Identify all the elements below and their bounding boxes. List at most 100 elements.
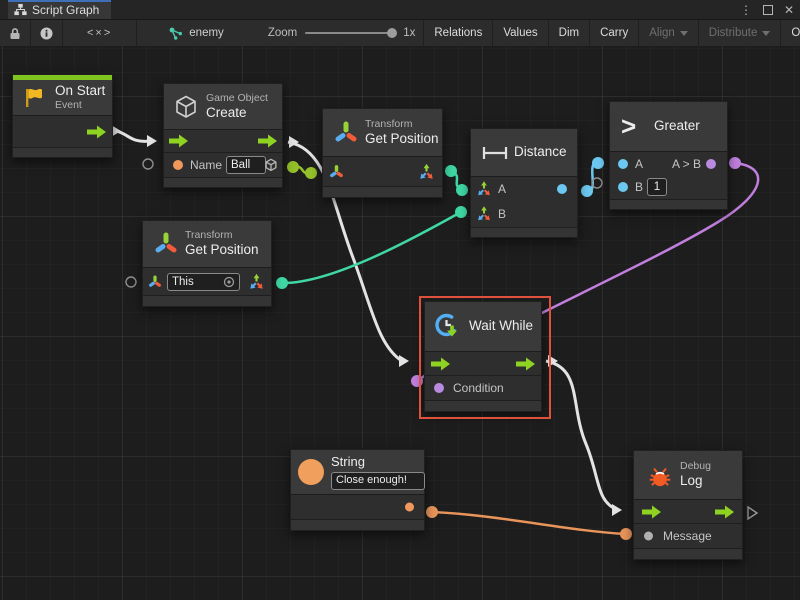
node-create[interactable]: Game Object Create Name Ball <box>163 83 283 188</box>
distribute-button[interactable]: Distribute <box>698 20 781 46</box>
tab-script-graph[interactable]: Script Graph <box>8 0 111 19</box>
port-label: Name <box>190 158 222 172</box>
node-get-position-bottom[interactable]: Transform Get Position This <box>142 220 272 307</box>
transform-input-port[interactable] <box>329 164 344 179</box>
wire-flow-waitwhile-to-log[interactable] <box>546 355 622 516</box>
vector3-output-port[interactable] <box>248 273 265 290</box>
port-label: A <box>635 157 643 171</box>
node-footer <box>291 520 424 530</box>
input-a-row: A A > B <box>610 152 727 175</box>
node-category: Debug <box>680 460 711 473</box>
node-title: Greater <box>654 118 700 135</box>
node-log[interactable]: Debug Log Message <box>633 450 743 560</box>
node-footer <box>610 200 727 209</box>
wire-gameobject-create-to-getposition[interactable] <box>287 161 317 179</box>
condition-row: Condition <box>425 376 541 401</box>
distance-icon <box>482 145 508 161</box>
graph-icon <box>14 3 27 16</box>
overview-button[interactable]: Overview <box>780 20 800 46</box>
vector3-output-port[interactable] <box>418 163 435 180</box>
port-label: B <box>635 180 643 194</box>
flow-output-port[interactable] <box>87 125 106 138</box>
bool-input-port[interactable] <box>434 383 444 393</box>
zoom-slider[interactable] <box>305 32 395 34</box>
port-row <box>323 157 442 187</box>
relations-button[interactable]: Relations <box>423 20 492 46</box>
vector3-icon <box>476 181 492 197</box>
zoom-slider-knob[interactable] <box>387 28 397 38</box>
node-get-position-top[interactable]: Transform Get Position <box>322 108 443 198</box>
values-button[interactable]: Values <box>492 20 547 46</box>
flow-input-port[interactable] <box>431 357 450 370</box>
graph-breadcrumb[interactable]: enemy <box>159 20 234 46</box>
node-title: String <box>331 454 423 470</box>
carry-button[interactable]: Carry <box>589 20 638 46</box>
graph-canvas[interactable]: On Start Event G <box>0 46 800 600</box>
inspect-button[interactable] <box>31 20 63 46</box>
string-value-field[interactable]: Close enough! <box>331 472 425 490</box>
gameobject-output-port[interactable] <box>264 158 278 172</box>
zoom-label: Zoom <box>268 27 297 39</box>
node-footer <box>323 187 442 197</box>
graph-asset-icon <box>169 27 183 40</box>
code-icon: <×> <box>87 27 112 39</box>
unconnected-flow-indicator[interactable] <box>748 507 757 519</box>
b-value-field[interactable]: 1 <box>647 178 667 196</box>
cube-icon <box>264 158 278 172</box>
node-greater[interactable]: > Greater A A > B B 1 <box>609 101 728 210</box>
transform-icon <box>329 164 344 179</box>
node-footer <box>471 228 577 237</box>
wire-flow-onstart-to-create[interactable] <box>106 125 157 147</box>
toolbar-buttons: Relations Values Dim Carry Align Distrib… <box>423 20 800 46</box>
dim-button[interactable]: Dim <box>548 20 589 46</box>
wire-float-distance-to-greater-a[interactable] <box>581 157 604 197</box>
unconnected-port-indicator[interactable] <box>143 159 153 169</box>
node-on-start[interactable]: On Start Event <box>12 74 113 158</box>
chevron-down-icon <box>680 31 688 36</box>
maximize-icon[interactable] <box>763 5 773 15</box>
flow-arrow-icon <box>431 357 450 370</box>
string-icon <box>298 459 324 485</box>
graph-toolbar: <×> enemy Zoom 1x Relations Values Dim C… <box>0 20 800 47</box>
flow-arrow-icon <box>258 135 277 148</box>
flow-output-port[interactable] <box>516 357 535 370</box>
target-value-field[interactable]: This <box>167 273 240 291</box>
node-footer <box>164 178 282 187</box>
wire-string-string-to-log-message[interactable] <box>426 506 632 540</box>
unconnected-port-indicator[interactable] <box>126 277 136 287</box>
vector3-input-port-b[interactable] <box>476 206 492 222</box>
window-controls: ⋮ ✕ <box>740 0 794 19</box>
code-preview-button[interactable]: <×> <box>63 20 137 46</box>
target-icon[interactable] <box>223 276 235 288</box>
string-output-port[interactable] <box>405 503 414 512</box>
flow-output-port[interactable] <box>258 135 277 148</box>
string-input-port[interactable] <box>173 160 183 170</box>
lock-button[interactable] <box>0 20 31 46</box>
float-input-port-a[interactable] <box>618 159 628 169</box>
flow-output-port[interactable] <box>715 505 734 518</box>
flow-input-port[interactable] <box>642 505 661 518</box>
align-button[interactable]: Align <box>638 20 698 46</box>
name-value-field[interactable]: Ball <box>226 156 266 174</box>
float-input-port-b[interactable] <box>618 182 628 192</box>
float-output-port[interactable] <box>557 184 567 194</box>
node-wait-while[interactable]: Wait While Condition <box>424 301 542 412</box>
info-icon <box>40 27 53 40</box>
message-row: Message <box>634 524 742 549</box>
object-input-port[interactable] <box>644 532 653 541</box>
transform-icon <box>333 120 359 146</box>
bool-output-port[interactable] <box>706 159 716 169</box>
wire-vector3-getpositiontop-to-distance-a[interactable] <box>445 165 468 196</box>
script-graph-window: Script Graph ⋮ ✕ <×> <box>0 0 800 600</box>
vector3-icon <box>418 163 435 180</box>
node-string[interactable]: String Close enough! <box>290 449 425 531</box>
port-label: A <box>498 182 506 196</box>
wire-vector3-getpositionbottom-to-distance-b[interactable] <box>276 206 467 289</box>
menu-icon[interactable]: ⋮ <box>740 4 752 16</box>
node-title: Get Position <box>185 242 259 259</box>
flow-input-port[interactable] <box>169 135 188 148</box>
close-icon[interactable]: ✕ <box>784 4 794 16</box>
vector3-input-port-a[interactable] <box>476 181 492 197</box>
transform-input-port[interactable] <box>148 275 162 289</box>
node-distance[interactable]: Distance A <box>470 128 578 238</box>
